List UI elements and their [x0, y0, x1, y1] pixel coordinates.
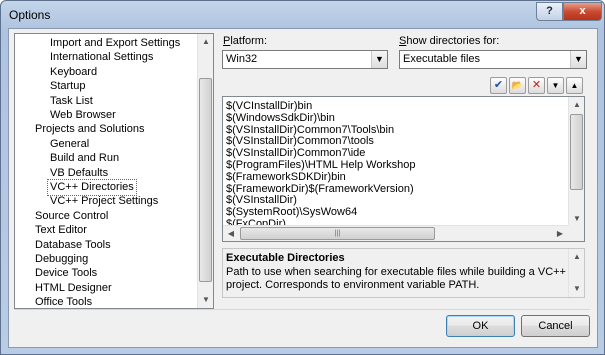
tree-vertical-scrollbar[interactable]: ▲ ▼: [197, 34, 213, 308]
platform-label-rest: latform:: [230, 35, 268, 47]
tree-item[interactable]: VB Defaults: [50, 166, 108, 181]
scroll-down-icon[interactable]: ▼: [569, 281, 585, 297]
directory-item[interactable]: $(SystemRoot)\SysWow64: [226, 206, 357, 218]
tree-item[interactable]: Build and Run: [50, 151, 119, 166]
scroll-up-icon[interactable]: ▲: [198, 34, 213, 50]
delete-icon[interactable]: ✕: [528, 77, 545, 94]
button-separator: [14, 309, 590, 310]
chevron-down-icon[interactable]: ▼: [371, 51, 387, 68]
platform-value: Win32: [226, 53, 258, 65]
help-button[interactable]: ?: [536, 2, 563, 21]
ok-button[interactable]: OK: [446, 315, 515, 337]
tree-item[interactable]: Keyboard: [50, 65, 97, 80]
platform-label: Platform:: [223, 35, 267, 47]
check-icon[interactable]: ✔: [490, 77, 507, 94]
directory-item[interactable]: $(FrameworkDir)$(FrameworkVersion): [226, 183, 414, 195]
description-panel: Executable Directories Path to use when …: [222, 248, 585, 298]
tree-item[interactable]: Startup: [50, 79, 85, 94]
move-down-icon[interactable]: ▼: [547, 77, 564, 94]
scroll-corner: [568, 225, 584, 241]
tree-item[interactable]: Device Tools: [35, 266, 97, 281]
tree-item[interactable]: Debugging: [35, 252, 88, 267]
directories-horizontal-scrollbar[interactable]: ◀ ||| ▶: [223, 225, 568, 241]
tree-item[interactable]: International Settings: [50, 50, 153, 65]
directory-item[interactable]: $(ProgramFiles)\HTML Help Workshop: [226, 159, 416, 171]
description-title: Executable Directories: [226, 252, 345, 264]
scroll-thumb[interactable]: [199, 78, 212, 282]
window-title: Options: [9, 8, 51, 22]
scroll-left-icon[interactable]: ◀: [223, 226, 239, 241]
directory-item[interactable]: $(VSInstallDir)Common7\tools: [226, 135, 374, 147]
tree-item[interactable]: General: [50, 137, 89, 152]
tree-item[interactable]: Web Browser: [50, 108, 116, 123]
title-bar[interactable]: Options ? x: [1, 1, 604, 28]
tree-item[interactable]: HTML Designer: [35, 281, 112, 296]
tree-item[interactable]: VC++ Project Settings: [50, 194, 158, 209]
tree-item[interactable]: VC++ Directories: [47, 179, 137, 196]
directory-item[interactable]: $(WindowsSdkDir)\bin: [226, 112, 335, 124]
tree-item[interactable]: Import and Export Settings: [50, 36, 180, 51]
directory-item[interactable]: $(VCInstallDir)bin: [226, 100, 312, 112]
new-folder-icon[interactable]: 📂: [509, 77, 526, 94]
tree-item[interactable]: Task List: [50, 94, 93, 109]
description-vertical-scrollbar[interactable]: ▲ ▼: [568, 249, 584, 297]
directory-item[interactable]: $(VSInstallDir)Common7\Tools\bin: [226, 124, 394, 136]
move-up-icon[interactable]: ▲: [566, 77, 583, 94]
scroll-up-icon[interactable]: ▲: [569, 249, 585, 265]
tree-item[interactable]: Source Control: [35, 209, 108, 224]
close-button[interactable]: x: [563, 2, 602, 21]
tree-item[interactable]: Office Tools: [35, 295, 92, 308]
scroll-right-icon[interactable]: ▶: [552, 226, 568, 241]
tree-item[interactable]: Database Tools: [35, 238, 111, 253]
show-directories-label: Show directories for:: [399, 35, 499, 47]
scroll-up-icon[interactable]: ▲: [569, 97, 584, 113]
chevron-down-icon[interactable]: ▼: [570, 51, 586, 68]
directories-list[interactable]: $(VCInstallDir)bin $(WindowsSdkDir)\bin $(…: [222, 96, 585, 242]
show-directories-label-rest: how directories for:: [406, 35, 500, 47]
scroll-down-icon[interactable]: ▼: [198, 292, 213, 308]
dialog-client: Import and Export Settings International …: [8, 28, 598, 348]
scroll-thumb[interactable]: |||: [240, 227, 435, 240]
options-tree[interactable]: Import and Export Settings International …: [14, 33, 214, 309]
tree-item[interactable]: Text Editor: [35, 223, 87, 238]
show-directories-value: Executable files: [403, 53, 481, 65]
directory-item[interactable]: $(FrameworkSDKDir)bin: [226, 171, 346, 183]
directories-vertical-scrollbar[interactable]: ▲ ▼: [568, 97, 584, 227]
scroll-thumb[interactable]: [570, 114, 583, 190]
directory-item[interactable]: $(VSInstallDir)Common7\ide: [226, 147, 365, 159]
description-body: Path to use when searching for executabl…: [226, 266, 566, 291]
cancel-button[interactable]: Cancel: [521, 315, 590, 337]
tree-item[interactable]: Projects and Solutions: [35, 122, 144, 137]
platform-combobox[interactable]: Win32 ▼: [222, 50, 388, 69]
directory-item[interactable]: $(VSInstallDir): [226, 194, 297, 206]
options-window: Options ? x Import and Export Settings In…: [0, 0, 605, 355]
show-directories-combobox[interactable]: Executable files ▼: [399, 50, 587, 69]
